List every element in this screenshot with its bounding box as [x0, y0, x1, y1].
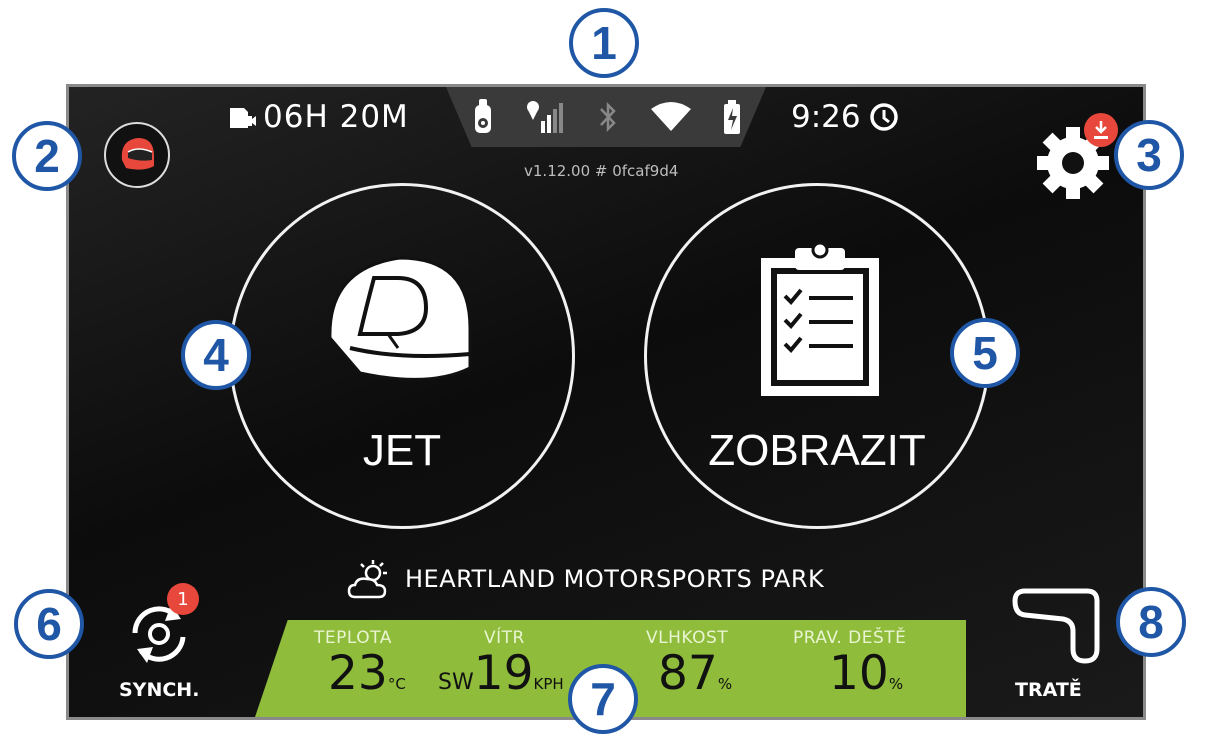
- callout-8: 8: [1116, 587, 1186, 657]
- sync-label: SYNCH.: [119, 679, 200, 701]
- track-map-icon[interactable]: [1009, 587, 1101, 667]
- clock-icon: [869, 103, 898, 131]
- view-button[interactable]: ZOBRAZIT: [644, 183, 990, 529]
- jet-label: JET: [362, 426, 442, 475]
- wind-cell: VÍTR SW19KPH: [438, 628, 564, 701]
- clock: 9:26: [791, 99, 899, 135]
- jet-button[interactable]: JET: [229, 183, 575, 529]
- track-name: HEARTLAND MOTORSPORTS PARK: [405, 565, 825, 593]
- clipboard-checklist-icon: [761, 241, 879, 396]
- temperature-label: TEPLOTA: [314, 628, 392, 648]
- rain-value-row: 10%: [829, 646, 903, 701]
- humidity-value: 87: [658, 646, 718, 701]
- clock-time: 9:26: [791, 99, 861, 135]
- wind-value-row: SW19KPH: [438, 646, 564, 701]
- rain-cell: PRAV. DEŠTĚ 10%: [793, 628, 907, 701]
- status-icons: [446, 87, 766, 147]
- bluetooth-icon: [600, 101, 616, 133]
- callout-4: 4: [181, 320, 251, 390]
- temperature-cell: TEPLOTA 23°C: [314, 628, 406, 701]
- wind-value: 19: [473, 646, 534, 701]
- sdcard-video-icon: [230, 108, 256, 128]
- wifi-icon: [651, 102, 691, 131]
- sync-count-badge: 1: [167, 583, 199, 615]
- rain-value: 10: [829, 646, 889, 701]
- partly-cloudy-icon: [347, 560, 387, 599]
- temperature-unit: °C: [387, 675, 406, 693]
- version-text: v1.12.00 # 0fcaf9d4: [524, 162, 679, 180]
- callout-5: 5: [950, 318, 1020, 388]
- device-icon: [475, 99, 491, 133]
- wind-unit: KPH: [533, 675, 564, 693]
- callout-6: 6: [14, 589, 84, 659]
- rain-label: PRAV. DEŠTĚ: [793, 628, 907, 648]
- wind-direction: SW: [438, 670, 474, 695]
- device-screen: 06H 20M 9:26 v1.12.00 # 0fcaf9d4 JET ZOB…: [66, 84, 1146, 720]
- wind-label: VÍTR: [484, 628, 525, 648]
- track-name-row[interactable]: HEARTLAND MOTORSPORTS PARK: [347, 559, 824, 599]
- humidity-value-row: 87%: [658, 646, 732, 701]
- humidity-cell: VLHKOST 87%: [646, 628, 732, 701]
- tracks-label: TRATĚ: [1015, 679, 1082, 701]
- profile-avatar[interactable]: [104, 122, 170, 188]
- callout-1: 1: [569, 8, 639, 78]
- helmet-icon: [328, 256, 472, 381]
- update-download-badge: [1084, 113, 1118, 147]
- battery-charging-icon: [724, 100, 740, 134]
- humidity-label: VLHKOST: [646, 628, 729, 648]
- temperature-value: 23: [328, 646, 388, 701]
- battery-time-text: 06H 20M: [263, 99, 409, 135]
- callout-3: 3: [1114, 120, 1184, 190]
- temperature-value-row: 23°C: [328, 646, 406, 701]
- callout-7: 7: [568, 664, 638, 734]
- gps-signal-icon: [527, 101, 563, 133]
- humidity-unit: %: [717, 675, 733, 693]
- red-helmet-icon: [121, 138, 154, 170]
- battery-remaining: 06H 20M: [227, 99, 409, 135]
- callout-2: 2: [12, 121, 82, 191]
- rain-unit: %: [888, 675, 904, 693]
- download-icon: [1094, 121, 1108, 139]
- view-label: ZOBRAZIT: [708, 426, 926, 475]
